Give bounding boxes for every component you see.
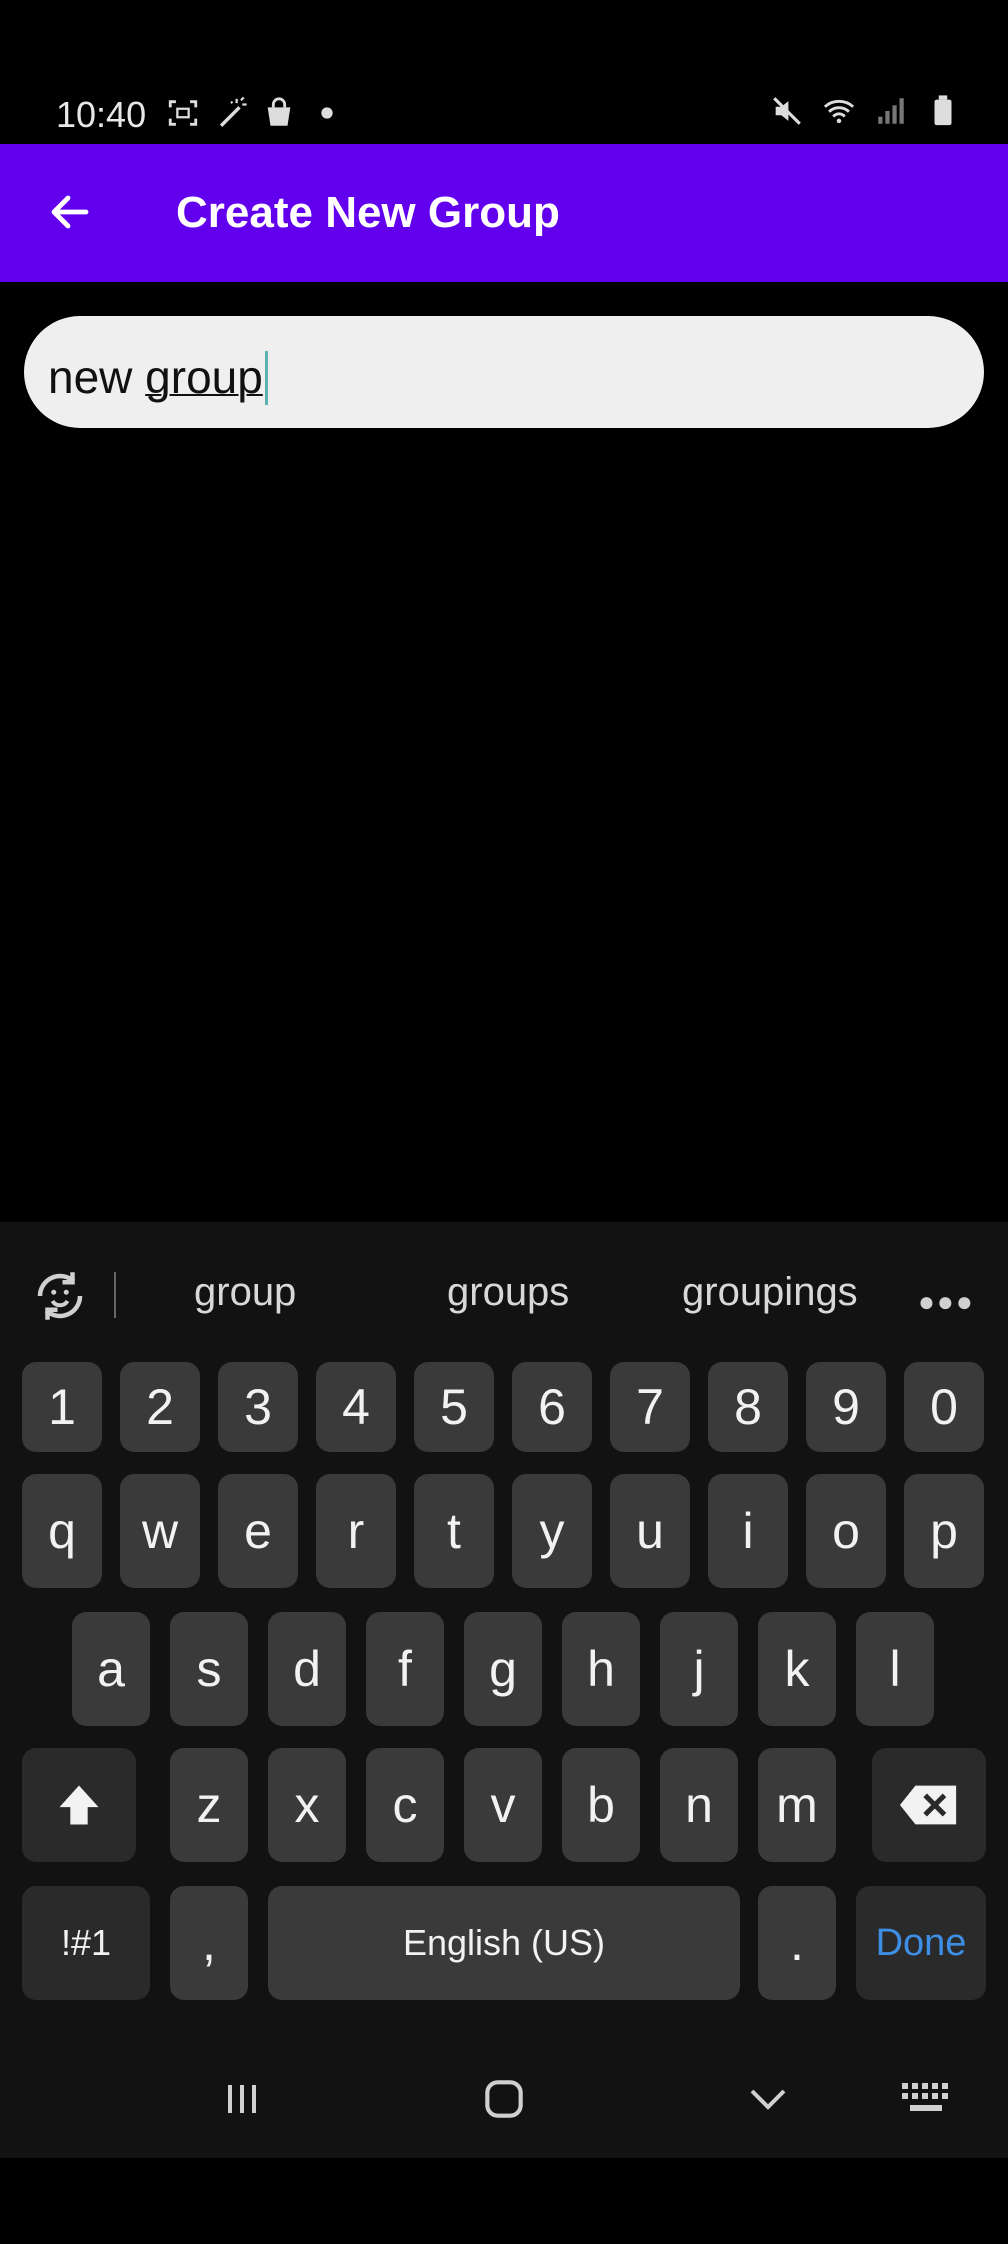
key-0[interactable]: 0 [904,1362,984,1452]
back-chevron-icon [750,2089,786,2110]
app-bar: Create New Group [0,144,1008,282]
more-suggestions-icon[interactable]: ●●● [918,1286,975,1318]
wifi-icon [823,99,855,124]
battery-icon [934,95,952,126]
space-key[interactable]: English (US) [268,1886,740,2000]
key-f[interactable]: f [366,1612,444,1726]
key-t[interactable]: t [414,1474,494,1588]
suggestion-1[interactable]: group [194,1270,296,1315]
key-l[interactable]: l [856,1612,934,1726]
input-composing-text: group [145,351,263,403]
key-e[interactable]: e [218,1474,298,1588]
key-w[interactable]: w [120,1474,200,1588]
period-key[interactable]: . [758,1886,836,2000]
soft-keyboard: group groups groupings ●●● 1 2 3 4 5 6 7… [0,1222,1008,2158]
done-key[interactable]: Done [856,1886,986,2000]
key-7[interactable]: 7 [610,1362,690,1452]
page-title: Create New Group [176,188,560,237]
navigation-bar [0,2040,1008,2158]
key-5[interactable]: 5 [414,1362,494,1452]
key-3[interactable]: 3 [218,1362,298,1452]
dot-icon [321,107,333,119]
arrow-left-icon [51,195,89,229]
screenshot-icon [168,100,198,126]
magic-wand-icon [219,96,247,127]
backspace-key[interactable] [872,1748,986,1862]
key-u[interactable]: u [610,1474,690,1588]
suggestion-divider [114,1272,116,1318]
group-name-input[interactable]: new group [24,316,984,428]
keyboard-icon [902,2083,948,2111]
symbols-key[interactable]: !#1 [22,1886,150,2000]
key-a[interactable]: a [72,1612,150,1726]
key-q[interactable]: q [22,1474,102,1588]
recent-apps-icon [228,2085,256,2113]
key-8[interactable]: 8 [708,1362,788,1452]
key-z[interactable]: z [170,1748,248,1862]
key-v[interactable]: v [464,1748,542,1862]
signal-icon [878,98,904,124]
suggestion-2[interactable]: groups [447,1270,569,1315]
home-icon [485,2080,523,2118]
key-p[interactable]: p [904,1474,984,1588]
key-9[interactable]: 9 [806,1362,886,1452]
suggestion-bar: group groups groupings ●●● [0,1222,1008,1362]
key-g[interactable]: g [464,1612,542,1726]
key-6[interactable]: 6 [512,1362,592,1452]
shift-arrow-icon [59,1785,99,1825]
recent-apps-button[interactable] [202,2064,282,2134]
key-4[interactable]: 4 [316,1362,396,1452]
key-c[interactable]: c [366,1748,444,1862]
shift-key[interactable] [22,1748,136,1862]
input-committed-text: new [48,351,146,403]
status-bar: 10:40 [0,0,1008,144]
backspace-icon [899,1785,957,1825]
mute-icon [773,97,801,125]
key-1[interactable]: 1 [22,1362,102,1452]
suggestion-3[interactable]: groupings [682,1270,858,1315]
hide-keyboard-button[interactable] [728,2064,808,2134]
key-s[interactable]: s [170,1612,248,1726]
key-h[interactable]: h [562,1612,640,1726]
key-y[interactable]: y [512,1474,592,1588]
text-cursor [264,351,268,405]
key-2[interactable]: 2 [120,1362,200,1452]
key-x[interactable]: x [268,1748,346,1862]
key-d[interactable]: d [268,1612,346,1726]
key-m[interactable]: m [758,1748,836,1862]
back-button[interactable] [30,172,110,252]
group-name-value: new group [48,350,268,405]
key-r[interactable]: r [316,1474,396,1588]
comma-key[interactable]: , [170,1886,248,2000]
key-n[interactable]: n [660,1748,738,1862]
status-time: 10:40 [56,94,147,135]
key-j[interactable]: j [660,1612,738,1726]
emoji-refresh-icon[interactable] [30,1266,90,1326]
home-button[interactable] [464,2064,544,2134]
key-b[interactable]: b [562,1748,640,1862]
key-o[interactable]: o [806,1474,886,1588]
shopping-bag-icon [267,97,291,126]
key-i[interactable]: i [708,1474,788,1588]
keyboard-switch-button[interactable] [886,2064,966,2134]
key-k[interactable]: k [758,1612,836,1726]
